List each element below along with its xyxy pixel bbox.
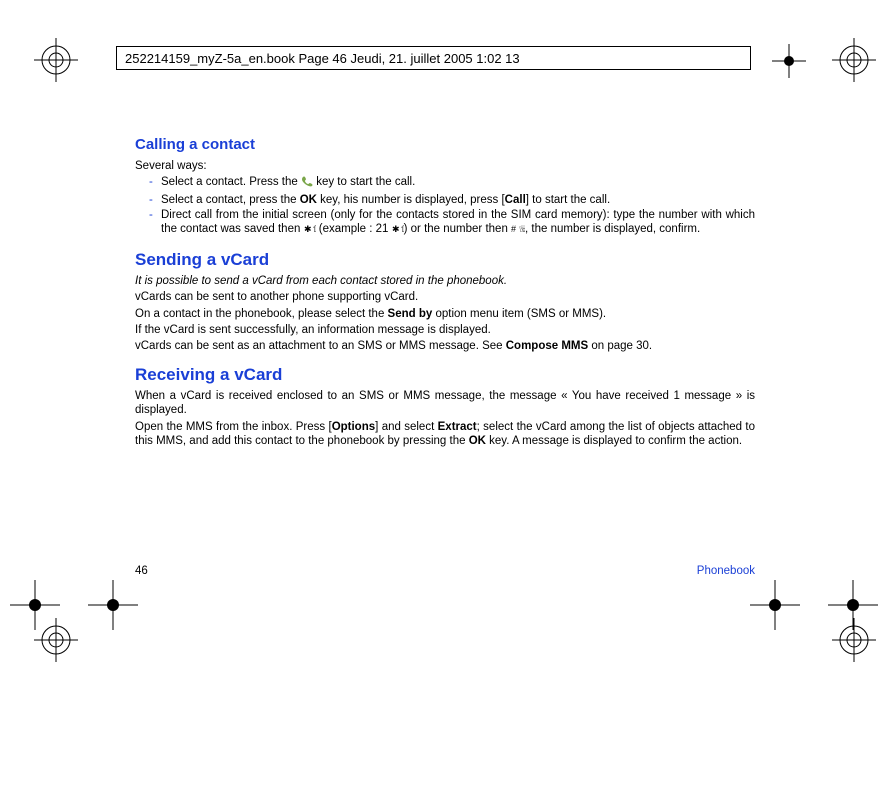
text: Open the MMS from the inbox. Press [ [135,421,332,433]
text: option menu item (SMS or MMS). [432,308,606,320]
text: Select a contact, press the [161,194,300,206]
ok-key-label: OK [300,194,317,206]
ok-key-label: OK [469,435,486,447]
svg-text:# ☏: # ☏ [511,224,525,234]
receiving-p1: When a vCard is received enclosed to an … [135,389,755,418]
sending-p1: It is possible to send a vCard from each… [135,274,755,288]
heading-sending-vcard: Sending a vCard [135,249,755,270]
document-meta-text: 252214159_myZ-5a_en.book Page 46 Jeudi, … [125,51,520,66]
text: Select a contact. Press the [161,176,301,188]
options-label: Options [332,421,375,433]
crop-mark-icon [10,580,60,630]
star-key-icon: ✱⇧ [304,224,316,238]
page-root: 252214159_myZ-5a_en.book Page 46 Jeudi, … [0,0,884,796]
sending-p2: vCards can be sent to another phone supp… [135,290,755,304]
registration-mark-icon [832,38,876,82]
heading-calling-contact: Calling a contact [135,136,755,155]
extract-label: Extract [438,421,477,433]
crop-mark-icon [88,580,138,630]
hash-key-icon: # ☏ [511,224,525,238]
calling-intro: Several ways: [135,159,755,173]
send-by-label: Send by [388,308,433,320]
text: key to start the call. [313,176,415,188]
star-key-icon: ✱⇧ [392,224,404,238]
crop-mark-icon [772,44,806,78]
text: key, his number is displayed, press [ [317,194,505,206]
page-number: 46 [135,565,148,577]
section-name: Phonebook [697,565,755,577]
text: ] to start the call. [526,194,610,206]
text: ] and select [375,421,437,433]
receiving-p2: Open the MMS from the inbox. Press [Opti… [135,420,755,449]
call-softkey-label: Call [505,194,526,206]
calling-list: Select a contact. Press the key to start… [135,175,755,239]
call-key-icon [301,175,313,191]
sending-p4: If the vCard is sent successfully, an in… [135,323,755,337]
heading-receiving-vcard: Receiving a vCard [135,364,755,385]
page-footer: 46 Phonebook [135,565,755,577]
text: On a contact in the phonebook, please se… [135,308,388,320]
sending-p5: vCards can be sent as an attachment to a… [135,339,755,353]
text: key. A message is displayed to confirm t… [486,435,742,447]
text: , the number is displayed, confirm. [525,223,700,235]
list-item: Select a contact. Press the key to start… [149,175,755,191]
list-item: Direct call from the initial screen (onl… [149,208,755,239]
document-meta-box: 252214159_myZ-5a_en.book Page 46 Jeudi, … [116,46,751,70]
list-item: Select a contact, press the OK key, his … [149,193,755,207]
page-content: Calling a contact Several ways: Select a… [135,132,755,451]
sending-p3: On a contact in the phonebook, please se… [135,307,755,321]
crop-mark-icon [828,580,878,630]
text: (example : 21 [316,223,392,235]
text: ) or the number then [404,223,511,235]
registration-mark-icon [34,38,78,82]
text: on page 30. [588,340,652,352]
compose-mms-ref: Compose MMS [506,340,588,352]
svg-text:✱⇧: ✱⇧ [304,224,316,234]
crop-mark-icon [750,580,800,630]
svg-text:✱⇧: ✱⇧ [392,224,404,234]
text: vCards can be sent as an attachment to a… [135,340,506,352]
